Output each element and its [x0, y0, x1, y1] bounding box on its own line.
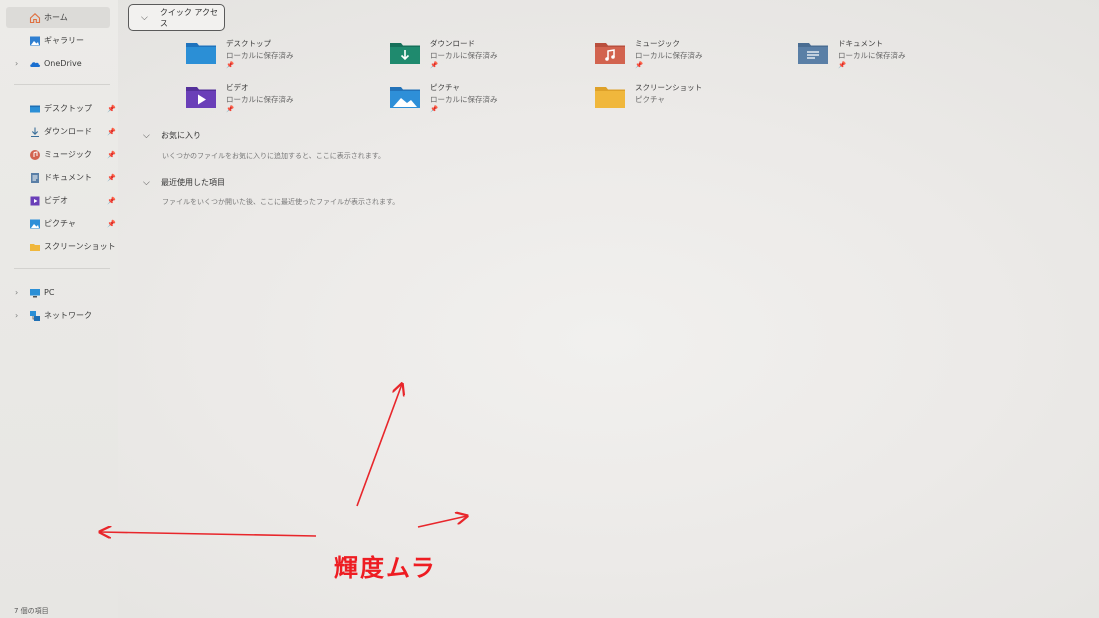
brightness-unevenness-label: 輝度ムラ: [334, 554, 437, 582]
arrow-up: [356, 384, 402, 507]
arrow-left: [100, 532, 317, 536]
arrow-right: [417, 516, 467, 528]
annotation-arrows: [0, 0, 1099, 618]
